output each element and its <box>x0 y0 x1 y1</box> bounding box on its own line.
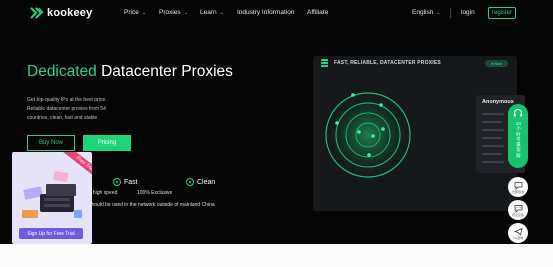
feature-clean: Clean <box>186 178 215 186</box>
ip-line <box>482 153 502 155</box>
brand-name: kookeey <box>47 7 93 19</box>
chat-icon <box>514 181 522 190</box>
anonymous-title: Anonymous <box>482 99 514 105</box>
chevron-down-icon: ⌄ <box>183 10 188 16</box>
feature-clean-label: Clean <box>197 178 216 186</box>
headset-icon <box>513 109 523 117</box>
description-line: countries, clean, fast and stable <box>27 115 98 121</box>
page-title: Dedicated Datacenter Proxies <box>27 63 233 81</box>
brand-logo[interactable]: kookeey <box>30 7 92 19</box>
nav-affiliate[interactable]: Affiliate <box>307 9 328 16</box>
register-button[interactable]: register <box>488 7 516 19</box>
ip-line <box>482 113 504 115</box>
server-illustration-icon <box>22 171 82 218</box>
ip-line <box>482 121 502 123</box>
nav-affiliate-label: Affiliate <box>307 9 329 16</box>
description-line: Reliable datacenter proxies from 54 <box>27 106 106 112</box>
check-circle-icon <box>186 178 194 186</box>
feature-fast-label: Fast <box>124 178 138 186</box>
ip-line <box>482 129 504 131</box>
pricing-button[interactable]: Pricing <box>83 135 131 151</box>
nav-proxies-label: Proxies <box>159 9 181 16</box>
telegram-icon <box>513 227 523 236</box>
consult-button[interactable]: 立即咨询 <box>508 177 528 197</box>
feature-fast: Fast <box>113 178 138 186</box>
next-section-background <box>0 244 553 267</box>
speed-text: s high speed <box>89 190 118 196</box>
service-label: 24小时专属客服 <box>516 121 521 158</box>
sign-up-free-trial-button[interactable]: Sign Up for Free Trial <box>19 228 83 239</box>
language-selector[interactable]: English ⌄ <box>412 9 441 16</box>
ip-line <box>482 137 502 139</box>
nav-price-label: Price <box>124 9 139 16</box>
login-link[interactable]: login <box>461 9 475 16</box>
title-rest: Datacenter Proxies <box>101 63 233 80</box>
telegram-button[interactable]: TG咨询 <box>508 223 528 243</box>
badge-label: Now <box>494 61 502 66</box>
ip-line <box>482 161 504 163</box>
language-label: English <box>412 9 434 16</box>
title-accent: Dedicated <box>27 63 97 80</box>
nav-industry-label: Industry Information <box>237 9 295 16</box>
nav-divider <box>450 8 451 18</box>
server-icon <box>321 59 328 67</box>
feedback-icon <box>514 204 522 213</box>
status-badge: ● Now <box>485 60 508 67</box>
chevron-down-icon: ⌄ <box>141 10 147 16</box>
top-navigation: kookeey Price ⌄ Proxies ⌄ Learn ⌄ Industry … <box>0 0 553 27</box>
description-line: Get top-quality IPs at the best price. <box>27 97 107 103</box>
dashboard-header: FAST, RELIABLE, DATACENTER PROXIES ● Now <box>313 56 517 70</box>
check-circle-icon <box>113 178 121 186</box>
nav-learn-label: Learn <box>200 9 217 16</box>
telegram-label: TG咨询 <box>512 235 524 240</box>
kookeey-logo-icon <box>30 7 44 19</box>
dashboard-title: FAST, RELIABLE, DATACENTER PROXIES <box>334 60 441 66</box>
nav-proxies[interactable]: Proxies ⌄ <box>159 9 188 16</box>
chevron-down-icon: ⌄ <box>436 10 441 16</box>
chevron-down-icon: ⌄ <box>219 10 224 16</box>
nav-learn[interactable]: Learn ⌄ <box>200 9 224 16</box>
customer-service-button[interactable]: 24小时专属客服 <box>508 104 528 168</box>
hero-description: Get top-quality IPs at the best price. R… <box>27 96 137 123</box>
feedback-button[interactable]: 意见反馈 <box>508 200 528 220</box>
exclusive-text: 100% Exclusive <box>137 190 173 196</box>
buy-now-button[interactable]: Buy Now <box>27 135 75 151</box>
ip-line <box>482 145 504 147</box>
nav-price[interactable]: Price ⌄ <box>124 9 146 16</box>
nav-industry-information[interactable]: Industry Information <box>237 9 294 16</box>
consult-label: 立即咨询 <box>511 189 524 194</box>
feedback-label: 意见反馈 <box>511 212 524 217</box>
usage-notice: should be used in the network outside of… <box>89 202 215 208</box>
